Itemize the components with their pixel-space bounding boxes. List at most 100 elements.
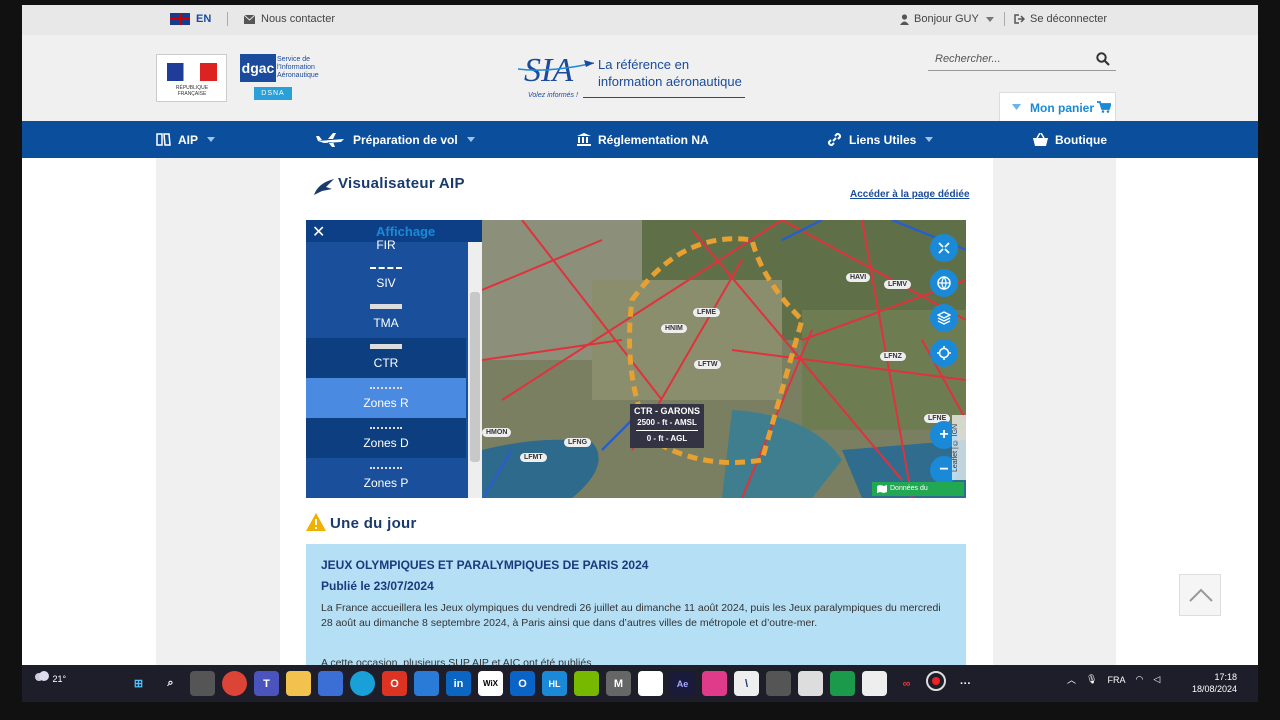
- task-view-icon[interactable]: [190, 671, 215, 696]
- dgac-logo[interactable]: dgac: [240, 54, 276, 82]
- layer-fir[interactable]: FIR: [306, 234, 466, 258]
- map-icon: [877, 485, 887, 493]
- layer-label: Zones R: [363, 396, 409, 410]
- cart-button[interactable]: Mon panier: [999, 92, 1116, 121]
- layer-label: Zones P: [363, 476, 409, 490]
- app-icon[interactable]: ∞: [894, 671, 919, 696]
- app-icon[interactable]: [638, 671, 663, 696]
- wix-icon[interactable]: WiX: [478, 671, 503, 696]
- store-icon[interactable]: [414, 671, 439, 696]
- nav-boutique[interactable]: Boutique: [1033, 121, 1107, 158]
- news-paragraph: La France accueillera les Jeux olympique…: [321, 602, 941, 629]
- clock[interactable]: 17:18 18/08/2024: [1192, 671, 1237, 695]
- map-label[interactable]: LFTW: [694, 360, 722, 369]
- site-header: RÉPUBLIQUE FRANÇAISE dgac Service de l'I…: [22, 35, 1258, 121]
- map-label[interactable]: LFNG: [564, 438, 592, 447]
- divider: [227, 12, 228, 26]
- news-paragraph: A cette occasion, plusieurs SUP AIP et A…: [321, 657, 592, 665]
- teams-icon[interactable]: T: [254, 671, 279, 696]
- layer-ctr[interactable]: CTR: [306, 338, 466, 378]
- layer-siv[interactable]: SIV: [306, 258, 466, 298]
- chevron-up-icon[interactable]: ︿: [1067, 673, 1076, 686]
- outlook-icon[interactable]: O: [510, 671, 535, 696]
- search-icon[interactable]: ⌕: [158, 671, 183, 696]
- locate-button[interactable]: [930, 339, 958, 367]
- republique-francaise-logo[interactable]: RÉPUBLIQUE FRANÇAISE: [156, 54, 227, 102]
- map-label[interactable]: LFNZ: [880, 352, 906, 361]
- ctr-upper-limit: 2500 - ft - AMSL: [637, 418, 697, 427]
- aip-map[interactable]: HAVI LFMV LFME HNIM LFTW LFNZ LFNE HMON …: [306, 220, 966, 498]
- map-label[interactable]: LFME: [693, 308, 721, 317]
- news-date: Publié le 23/07/2024: [321, 579, 434, 593]
- app-icon[interactable]: [318, 671, 343, 696]
- app-icon[interactable]: \: [734, 671, 759, 696]
- weather-widget[interactable]: 21°: [34, 671, 66, 684]
- layer-tma[interactable]: TMA: [306, 298, 466, 338]
- dedicated-page-link[interactable]: Accéder à la page dédiée: [850, 189, 970, 200]
- start-icon[interactable]: ⊞: [126, 671, 151, 696]
- nav-preparation[interactable]: Préparation de vol: [316, 121, 475, 158]
- globe-icon: [937, 276, 951, 290]
- layer-zones-p[interactable]: Zones P: [306, 458, 466, 498]
- basemap-button[interactable]: [930, 269, 958, 297]
- contact-link[interactable]: Nous contacter: [244, 13, 335, 25]
- microphone-icon[interactable]: 🎙: [1086, 674, 1097, 685]
- app-icon[interactable]: [702, 671, 727, 696]
- app-icon[interactable]: M: [606, 671, 631, 696]
- link-icon: [827, 132, 842, 147]
- ctr-name: CTR - GARONS: [634, 406, 700, 416]
- chevron-down-icon: [207, 137, 216, 142]
- sia-logo[interactable]: SIA Volez informés !: [517, 47, 596, 108]
- search-input[interactable]: Rechercher...: [928, 49, 1116, 71]
- layer-zones-r[interactable]: Zones R: [306, 378, 466, 418]
- nvidia-icon[interactable]: [574, 671, 599, 696]
- wifi-icon[interactable]: ◠: [1135, 674, 1143, 685]
- news-headline[interactable]: JEUX OLYMPIQUES ET PARALYMPIQUES DE PARI…: [321, 558, 648, 572]
- uk-flag-icon: [170, 13, 190, 25]
- record-icon[interactable]: [926, 671, 946, 691]
- app-icon[interactable]: [862, 671, 887, 696]
- screen: EN Nous contacter Bonjour GUY Se déconne…: [0, 0, 1280, 720]
- app-icon[interactable]: [798, 671, 823, 696]
- map-label[interactable]: HNIM: [661, 324, 687, 333]
- scrollbar-thumb[interactable]: [470, 292, 480, 462]
- layers-button[interactable]: [930, 304, 958, 332]
- logout-link[interactable]: Se déconnecter: [1014, 13, 1107, 25]
- ctr-lower-limit: 0 - ft - AGL: [646, 434, 688, 443]
- nav-reglementation-label: Réglementation NA: [598, 132, 709, 147]
- volume-icon[interactable]: ◁: [1153, 674, 1160, 685]
- layer-swatch: [370, 267, 402, 269]
- file-explorer-icon[interactable]: [286, 671, 311, 696]
- after-effects-icon[interactable]: Ae: [670, 671, 695, 696]
- chrome-icon[interactable]: [222, 671, 247, 696]
- layer-zones-d[interactable]: Zones D: [306, 418, 466, 458]
- input-language[interactable]: FRA: [1107, 675, 1125, 685]
- back-to-top-button[interactable]: [1179, 574, 1221, 616]
- nav-liens-utiles[interactable]: Liens Utiles: [827, 121, 934, 158]
- app-icon[interactable]: [830, 671, 855, 696]
- tagline-line-1: La référence en: [598, 57, 690, 72]
- language-label: EN: [196, 13, 212, 25]
- service-label: Service de l'Information Aéronautique: [277, 56, 319, 79]
- map-label[interactable]: HMON: [482, 428, 512, 437]
- user-menu[interactable]: Bonjour GUY: [900, 13, 994, 25]
- search-icon[interactable]: [1096, 52, 1110, 66]
- sia-tagline: La référence en information aéronautique: [598, 56, 742, 90]
- edge-icon[interactable]: [350, 671, 375, 696]
- opera-icon[interactable]: O: [382, 671, 407, 696]
- map-label[interactable]: HAVI: [846, 273, 871, 282]
- map-attribution[interactable]: Leaflet | © IGN: [952, 415, 966, 480]
- map-label[interactable]: LFMT: [520, 453, 547, 462]
- windows-taskbar: 21° ⊞ ⌕ T O in WiX O HL M Ae \ ∞ ··· ︿ 🎙…: [22, 665, 1258, 702]
- nav-aip[interactable]: AIP: [156, 121, 216, 158]
- nav-reglementation[interactable]: Réglementation NA: [577, 121, 709, 158]
- collapse-map-button[interactable]: [930, 234, 958, 262]
- hl-icon[interactable]: HL: [542, 671, 567, 696]
- layer-panel-scrollbar[interactable]: [468, 242, 482, 498]
- app-icon[interactable]: [766, 671, 791, 696]
- language-switch[interactable]: EN: [170, 13, 211, 25]
- ctr-tooltip: CTR - GARONS 2500 - ft - AMSL 0 - ft - A…: [630, 404, 704, 448]
- linkedin-icon[interactable]: in: [446, 671, 471, 696]
- map-label[interactable]: LFMV: [884, 280, 912, 289]
- more-icon[interactable]: ···: [953, 671, 978, 696]
